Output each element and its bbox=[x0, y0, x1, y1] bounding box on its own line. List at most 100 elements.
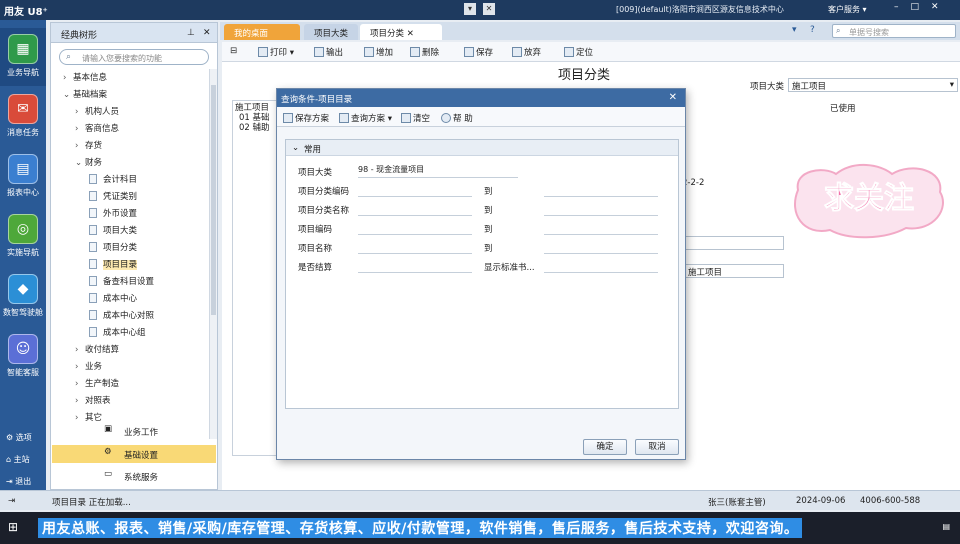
close-icon[interactable]: ✕ bbox=[669, 92, 677, 103]
category-select[interactable]: 施工项目 ▾ bbox=[788, 78, 958, 92]
field-input[interactable] bbox=[358, 183, 472, 197]
expand-arrow-icon[interactable]: › bbox=[63, 73, 73, 83]
document-search-input[interactable]: ⌕ 单据号搜索 bbox=[832, 24, 956, 38]
clear-button[interactable]: 清空 bbox=[401, 112, 430, 124]
rail-assistant[interactable]: ☺ 智能客服 bbox=[0, 328, 46, 386]
tree-item[interactable]: ⌄ 基础档案 bbox=[63, 88, 107, 104]
save-plan-button[interactable]: 保存方案 bbox=[283, 112, 329, 124]
abandon-button[interactable]: 放弃 bbox=[512, 46, 541, 58]
rail-home[interactable]: ⌂ 主站 bbox=[6, 454, 30, 465]
tree-item[interactable]: 项目大类 bbox=[89, 224, 137, 240]
nav-business-work[interactable]: ▣ 业务工作 bbox=[52, 422, 216, 440]
collapse-button[interactable]: ⊟ bbox=[230, 46, 237, 56]
tree-scrollbar[interactable] bbox=[209, 69, 217, 439]
save-label: 保存 bbox=[476, 48, 494, 58]
windows-start-icon[interactable]: ⊞ bbox=[8, 520, 18, 534]
help-button[interactable]: 帮 助 bbox=[441, 112, 473, 124]
expand-arrow-icon[interactable]: › bbox=[75, 362, 85, 372]
print-button[interactable]: 打印 ▾ bbox=[258, 46, 294, 58]
expand-arrow-icon[interactable]: › bbox=[75, 345, 85, 355]
app-logo: 用友 U8⁺ bbox=[4, 7, 48, 18]
expand-arrow-icon[interactable]: ⌄ bbox=[75, 158, 85, 168]
expand-arrow-icon[interactable]: › bbox=[75, 396, 85, 406]
field-input-to[interactable] bbox=[544, 259, 658, 273]
tree-item[interactable]: 项目目录 bbox=[89, 258, 138, 274]
help-icon[interactable]: ? bbox=[810, 25, 815, 35]
window-controls[interactable]: –□✕ bbox=[894, 2, 951, 12]
ok-button[interactable]: 确定 bbox=[583, 439, 627, 455]
field-input-to[interactable] bbox=[544, 202, 658, 216]
function-search-input[interactable]: ⌕ 请输入您要搜索的功能 bbox=[59, 49, 209, 65]
query-plan-button[interactable]: 查询方案 ▾ bbox=[339, 112, 392, 124]
tree-item[interactable]: 会计科目 bbox=[89, 173, 137, 189]
tree-item[interactable]: 项目分类 bbox=[89, 241, 137, 257]
cancel-button[interactable]: 取消 bbox=[635, 439, 679, 455]
class-name-field[interactable] bbox=[684, 236, 784, 250]
field-input[interactable] bbox=[358, 221, 472, 235]
expand-arrow-icon[interactable]: ⌄ bbox=[63, 90, 73, 100]
tree-item[interactable]: › 对照表 bbox=[75, 394, 111, 410]
tree-item-label: 外币设置 bbox=[103, 209, 138, 219]
rail-options[interactable]: ⚙ 选项 bbox=[6, 432, 32, 443]
delete-button[interactable]: 删除 bbox=[410, 46, 439, 58]
expand-arrow-icon[interactable]: › bbox=[75, 107, 85, 117]
tab-label: 项目分类 bbox=[370, 29, 405, 39]
rail-messages[interactable]: ✉ 消息任务 bbox=[0, 88, 46, 146]
notification-icon[interactable]: ▤ bbox=[942, 522, 950, 531]
tree-item[interactable]: › 基本信息 bbox=[63, 71, 107, 87]
expand-arrow-icon[interactable]: › bbox=[75, 141, 85, 151]
tree-item[interactable]: › 存货 bbox=[75, 139, 102, 155]
tree-item[interactable]: 备查科目设置 bbox=[89, 275, 154, 291]
tree-child[interactable]: 02 辅助 bbox=[239, 121, 270, 133]
document-icon bbox=[89, 191, 97, 201]
class-category-field[interactable]: 施工项目 bbox=[684, 264, 784, 278]
field-input-to[interactable] bbox=[544, 221, 658, 235]
tree-item[interactable]: › 收付结算 bbox=[75, 343, 119, 359]
field-input-to[interactable] bbox=[544, 240, 658, 254]
tree-item[interactable]: 成本中心 bbox=[89, 292, 137, 308]
expand-arrow-icon[interactable]: › bbox=[75, 124, 85, 134]
nav-system-service[interactable]: ▭ 系统服务 bbox=[52, 467, 216, 485]
tab-close-icon[interactable]: ✕ bbox=[407, 29, 414, 39]
tree-item[interactable]: › 机构人员 bbox=[75, 105, 119, 121]
search-icon: ⌕ bbox=[836, 26, 841, 35]
nav-basic-settings[interactable]: ⚙ 基础设置 bbox=[52, 445, 216, 463]
rail-implementation[interactable]: ◎ 实施导航 bbox=[0, 208, 46, 266]
tree-item[interactable]: ⌄ 财务 bbox=[75, 156, 102, 172]
field-input[interactable]: 98 - 现金流量项目 bbox=[358, 164, 518, 178]
tab-list-icon[interactable]: ▾ bbox=[792, 25, 797, 35]
rail-exit[interactable]: ⇥ 退出 bbox=[6, 476, 31, 487]
rail-business-nav[interactable]: ▦ 业务导航 bbox=[0, 28, 46, 86]
export-button[interactable]: 输出 bbox=[314, 46, 343, 58]
tab-project-category[interactable]: 项目大类 bbox=[304, 24, 358, 40]
tab-my-desktop[interactable]: 我的桌面 bbox=[224, 24, 300, 40]
tree-item[interactable]: 凭证类别 bbox=[89, 190, 137, 206]
tree-item[interactable]: › 客商信息 bbox=[75, 122, 119, 138]
tab-project-class[interactable]: 项目分类 ✕ bbox=[360, 24, 442, 40]
locate-button[interactable]: 定位 bbox=[564, 46, 593, 58]
tree-item[interactable]: 外币设置 bbox=[89, 207, 137, 223]
tree-item[interactable]: › 生产制造 bbox=[75, 377, 119, 393]
field-input[interactable] bbox=[358, 202, 472, 216]
close-panel-icon[interactable]: ✕ bbox=[203, 28, 211, 38]
tree-item[interactable]: › 业务 bbox=[75, 360, 102, 376]
pin-icon[interactable]: ⊥ bbox=[187, 28, 195, 38]
field-input-to[interactable] bbox=[544, 183, 658, 197]
rail-cockpit[interactable]: ◆ 数智驾驶舱 bbox=[0, 268, 46, 326]
field-input[interactable] bbox=[358, 240, 472, 254]
document-icon bbox=[89, 259, 97, 269]
expand-arrow-icon[interactable]: › bbox=[75, 379, 85, 389]
section-common[interactable]: ⌄ 常用 bbox=[286, 140, 678, 156]
field-input[interactable] bbox=[358, 259, 472, 273]
add-button[interactable]: 增加 bbox=[364, 46, 393, 58]
close-icon[interactable]: ✕ bbox=[483, 3, 495, 15]
save-button[interactable]: 保存 bbox=[464, 46, 493, 58]
status-user: 张三(账套主管) bbox=[708, 498, 766, 508]
customer-service-menu[interactable]: 客户服务 ▾ bbox=[828, 4, 867, 15]
tree-item-label: 凭证类别 bbox=[103, 192, 138, 202]
rail-reports[interactable]: ▤ 报表中心 bbox=[0, 148, 46, 206]
restore-icon[interactable]: ▾ bbox=[464, 3, 476, 15]
tree-item[interactable]: 成本中心组 bbox=[89, 326, 146, 342]
tree-item[interactable]: 成本中心对照 bbox=[89, 309, 154, 325]
expand-icon[interactable]: ⇥ bbox=[8, 496, 15, 506]
